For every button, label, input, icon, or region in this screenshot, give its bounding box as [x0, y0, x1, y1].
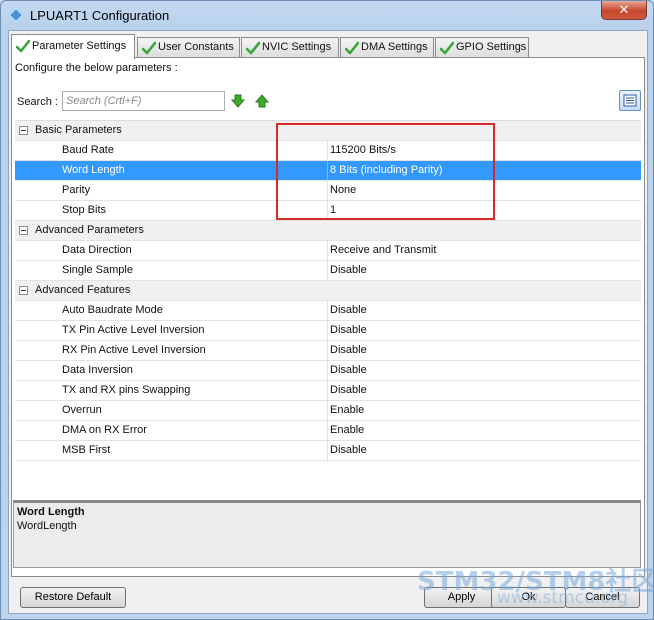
param-name: RX Pin Active Level Inversion	[62, 344, 206, 356]
param-row-rx-pin-inversion[interactable]: RX Pin Active Level Inversion Disable	[15, 341, 641, 361]
param-row-auto-baudrate-mode[interactable]: Auto Baudrate Mode Disable	[15, 301, 641, 321]
collapse-icon[interactable]	[19, 126, 28, 135]
tab-label: GPIO Settings	[456, 41, 527, 53]
search-label: Search :	[17, 96, 58, 108]
tab-label: Parameter Settings	[32, 40, 127, 52]
tab-label: NVIC Settings	[262, 41, 332, 53]
param-name: Auto Baudrate Mode	[62, 304, 163, 316]
param-name: Overrun	[62, 404, 102, 416]
parameter-settings-panel: Configure the below parameters : Search …	[11, 57, 645, 577]
search-input[interactable]	[62, 91, 225, 111]
param-value[interactable]: Disable	[327, 381, 367, 400]
check-icon	[142, 41, 156, 55]
arrow-down-icon[interactable]	[231, 94, 245, 108]
param-value[interactable]: 1	[327, 201, 336, 220]
group-label: Advanced Parameters	[35, 224, 144, 236]
param-row-msb-first[interactable]: MSB First Disable	[15, 441, 641, 461]
arrow-up-icon[interactable]	[255, 94, 269, 108]
param-name: TX and RX pins Swapping	[62, 384, 191, 396]
param-value[interactable]: Disable	[327, 301, 367, 320]
check-icon	[440, 41, 454, 55]
param-name: MSB First	[62, 444, 111, 456]
param-value[interactable]: Disable	[327, 341, 367, 360]
param-value[interactable]: 115200 Bits/s	[327, 141, 396, 160]
param-row-baud-rate[interactable]: Baud Rate 115200 Bits/s	[15, 141, 641, 161]
close-button[interactable]: ✕	[601, 1, 647, 20]
group-basic-parameters[interactable]: Basic Parameters	[15, 121, 641, 141]
restore-default-button[interactable]: Restore Default	[20, 587, 126, 608]
configure-label: Configure the below parameters :	[15, 62, 178, 74]
param-name: Single Sample	[62, 264, 133, 276]
param-value[interactable]: Enable	[327, 401, 364, 420]
window-title: LPUART1 Configuration	[30, 8, 170, 23]
list-view-button[interactable]	[619, 90, 641, 111]
param-name: Data Inversion	[62, 364, 133, 376]
check-icon	[246, 41, 260, 55]
param-row-data-inversion[interactable]: Data Inversion Disable	[15, 361, 641, 381]
group-label: Advanced Features	[35, 284, 131, 296]
description-subtitle: WordLength	[17, 520, 77, 532]
tab-user-constants[interactable]: User Constants	[137, 37, 240, 58]
group-advanced-features[interactable]: Advanced Features	[15, 281, 641, 301]
tab-nvic-settings[interactable]: NVIC Settings	[241, 37, 339, 58]
description-title: Word Length	[17, 506, 85, 518]
param-row-overrun[interactable]: Overrun Enable	[15, 401, 641, 421]
param-value[interactable]: 8 Bits (including Parity)	[327, 161, 443, 180]
list-view-icon	[623, 94, 637, 107]
check-icon	[345, 41, 359, 55]
param-name: Data Direction	[62, 244, 132, 256]
configuration-window: LPUART1 Configuration ✕ Parameter Settin…	[0, 0, 654, 620]
parameter-grid: Basic Parameters Baud Rate 115200 Bits/s…	[15, 120, 641, 461]
param-value[interactable]: Disable	[327, 321, 367, 340]
tab-strip: Parameter Settings User Constants NVIC S…	[11, 34, 647, 59]
param-value[interactable]: Enable	[327, 421, 364, 440]
group-advanced-parameters[interactable]: Advanced Parameters	[15, 221, 641, 241]
dialog-client-area: Parameter Settings User Constants NVIC S…	[8, 30, 648, 614]
collapse-icon[interactable]	[19, 286, 28, 295]
param-name: Word Length	[62, 164, 125, 176]
param-row-single-sample[interactable]: Single Sample Disable	[15, 261, 641, 281]
param-value[interactable]: None	[327, 181, 356, 200]
tab-parameter-settings[interactable]: Parameter Settings	[11, 34, 135, 59]
tab-gpio-settings[interactable]: GPIO Settings	[435, 37, 529, 58]
param-value[interactable]: Disable	[327, 441, 367, 460]
param-name: Parity	[62, 184, 91, 196]
param-value[interactable]: Disable	[327, 261, 367, 280]
check-icon	[16, 39, 30, 53]
param-row-data-direction[interactable]: Data Direction Receive and Transmit	[15, 241, 641, 261]
param-name: TX Pin Active Level Inversion	[62, 324, 205, 336]
param-row-stop-bits[interactable]: Stop Bits 1	[15, 201, 641, 221]
param-value[interactable]: Disable	[327, 361, 367, 380]
param-row-parity[interactable]: Parity None	[15, 181, 641, 201]
title-bar[interactable]: LPUART1 Configuration ✕	[1, 1, 653, 29]
param-row-tx-rx-swapping[interactable]: TX and RX pins Swapping Disable	[15, 381, 641, 401]
group-label: Basic Parameters	[35, 124, 122, 136]
param-name: Stop Bits	[62, 204, 107, 216]
app-cube-icon	[7, 6, 25, 24]
description-panel: Word Length WordLength	[13, 500, 641, 568]
param-row-tx-pin-inversion[interactable]: TX Pin Active Level Inversion Disable	[15, 321, 641, 341]
watermark-url: www.stmcu.org	[497, 588, 629, 608]
param-name: DMA on RX Error	[62, 424, 147, 436]
param-row-dma-on-rx-error[interactable]: DMA on RX Error Enable	[15, 421, 641, 441]
tab-label: User Constants	[158, 41, 234, 53]
param-row-word-length[interactable]: Word Length 8 Bits (including Parity)	[15, 161, 641, 181]
collapse-icon[interactable]	[19, 226, 28, 235]
param-value[interactable]: Receive and Transmit	[327, 241, 436, 260]
tab-dma-settings[interactable]: DMA Settings	[340, 37, 434, 58]
param-name: Baud Rate	[62, 144, 114, 156]
tab-label: DMA Settings	[361, 41, 428, 53]
